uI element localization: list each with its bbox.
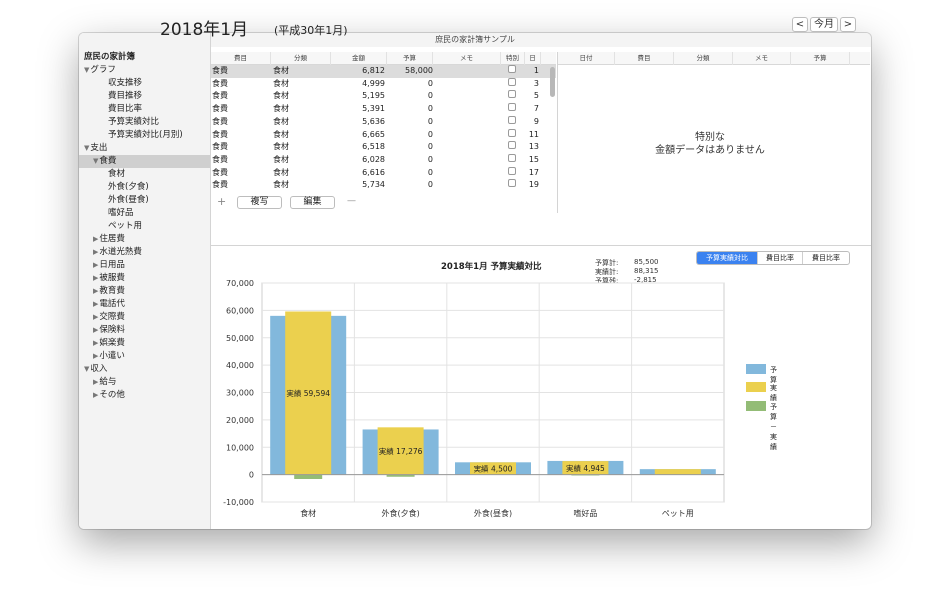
x-tick-label: 嗜好品 (573, 508, 597, 518)
x-tick-label: ペット用 (662, 509, 694, 518)
legend-swatch (746, 382, 766, 392)
y-tick-label: 60,000 (226, 306, 254, 315)
legend-label: 予算 (770, 366, 777, 384)
x-tick-label: 外食(夕食) (381, 508, 419, 518)
y-tick-label: 50,000 (226, 334, 254, 343)
bar-data-label: 実績 59,594 (286, 388, 330, 398)
y-tick-label: 20,000 (226, 416, 254, 425)
x-tick-label: 外食(昼食) (474, 508, 512, 518)
bar-data-label: 実績 4,500 (474, 463, 513, 473)
y-tick-label: 0 (249, 471, 254, 480)
bar-data-label: 実績 17,276 (379, 446, 423, 456)
y-tick-label: 10,000 (226, 443, 254, 452)
y-tick-label: -10,000 (223, 498, 254, 507)
legend-swatch (746, 401, 766, 411)
y-tick-label: 70,000 (226, 279, 254, 288)
legend-label: 実績 (770, 384, 777, 402)
y-tick-label: 40,000 (226, 361, 254, 370)
y-tick-label: 30,000 (226, 389, 254, 398)
legend-swatch (746, 364, 766, 374)
x-tick-label: 食材 (300, 508, 316, 518)
bar-actual[interactable] (654, 469, 701, 475)
legend-label: 予算－実績 (770, 403, 777, 451)
bar-data-label: 実績 4,945 (566, 463, 605, 473)
bar-diff[interactable] (294, 474, 323, 479)
budget-chart: 70,000 60,000 50,000 40,000 30,000 20,000 10,0… (223, 279, 725, 518)
